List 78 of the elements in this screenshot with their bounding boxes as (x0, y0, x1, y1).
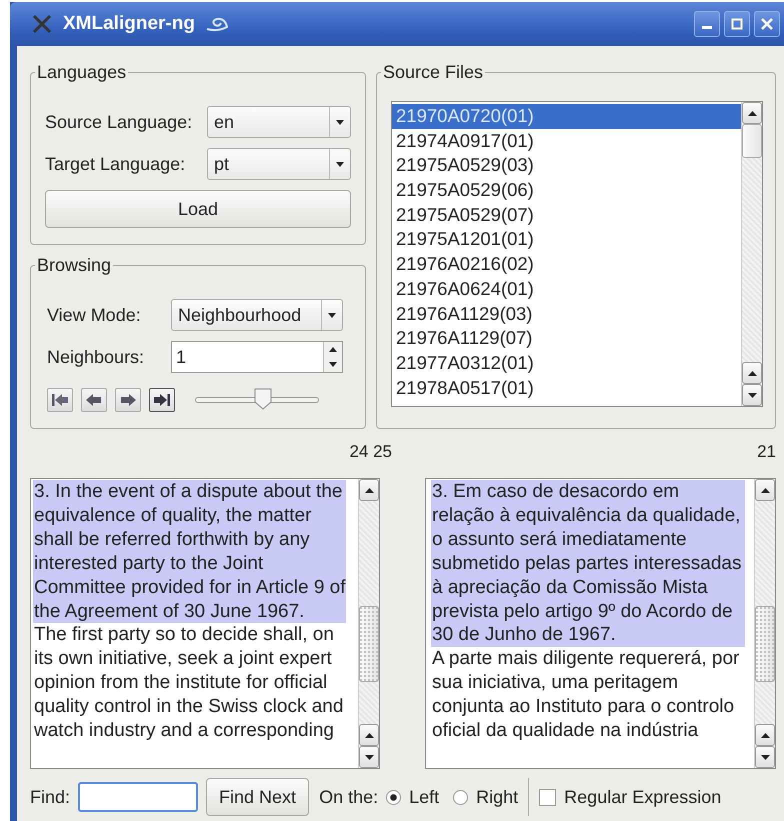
checkbox-label[interactable]: Regular Expression (564, 786, 722, 808)
find-next-button[interactable]: Find Next (206, 778, 310, 816)
field-label: Neighbours: (46, 346, 146, 368)
text-segment[interactable]: A parte mais diligente requererá, por sua iniciativa, uma peritagem conjunta ao Instituto para o controlo oficial da qualidade na indústria (431, 647, 745, 743)
file-list-item[interactable]: 21977A0312(01) (392, 350, 741, 376)
up-arrow-icon[interactable] (329, 347, 337, 352)
last-arrow-icon (153, 392, 171, 408)
last-button[interactable] (149, 388, 175, 412)
up-arrow-icon (760, 732, 770, 738)
scrollbar-thumb[interactable] (359, 606, 379, 682)
down-arrow-icon (364, 754, 374, 760)
segment-counter: 21 (757, 441, 776, 463)
find-label: Find: (30, 786, 70, 808)
on-the-label: On the: (319, 786, 378, 808)
group-title: Browsing (36, 255, 112, 276)
close-icon (761, 18, 773, 30)
app-icon (31, 13, 53, 35)
load-button[interactable]: Load (45, 190, 351, 228)
group-title: Languages (36, 62, 128, 83)
minimize-button[interactable] (694, 11, 720, 37)
down-arrow-icon (748, 392, 756, 398)
target-language-dropdown[interactable]: pt (207, 148, 351, 180)
file-list-item[interactable]: 21975A0529(06) (392, 178, 741, 203)
neighbours-spinbox[interactable]: 1 (171, 341, 343, 373)
field-label: Target Language: (45, 154, 186, 174)
segment-counter: 24 25 (349, 441, 392, 463)
radio-label[interactable]: Left (409, 786, 440, 808)
right-arrow-icon (119, 392, 137, 408)
scrollbar-thumb[interactable] (755, 606, 775, 682)
file-list-item[interactable]: 21974A0917(01) (392, 128, 741, 154)
text-segment[interactable]: 3. Em caso de desacordo em relação à equivalência da qualidade, o assunto será imediatamente submetido pelas partes interessadas à apreciação da Comissão Mista prevista pelo artigo 9º do Acordo de 30 de Junho de 1967. (431, 480, 745, 648)
group-title: Source Files (382, 62, 484, 83)
close-button[interactable] (754, 11, 780, 37)
window-title: XMLaligner-ng (63, 13, 195, 35)
field-label: View Mode: (46, 304, 142, 326)
caret-icon (328, 312, 336, 318)
caret-icon (336, 162, 344, 166)
file-list-item[interactable]: 21978A0517(01) (392, 376, 741, 400)
first-arrow-icon (51, 392, 69, 408)
radio-button[interactable] (453, 790, 468, 804)
down-arrow-icon[interactable] (329, 362, 337, 367)
down-arrow-icon (760, 754, 770, 760)
text-segment[interactable]: 3. In the event of a dispute about the equivalence of quality, the matter shall be referred forthwith by any interested party to the Joint Committee provided for in Article 9 of the Agreement of 30 June 1967. (33, 480, 346, 624)
left-arrow-icon (85, 392, 103, 408)
up-arrow-icon (748, 370, 756, 376)
maximize-icon (731, 18, 743, 30)
up-arrow-icon (760, 488, 770, 492)
caret-icon (336, 120, 344, 124)
previous-button[interactable] (81, 388, 107, 412)
up-arrow-icon (364, 732, 374, 738)
file-list-item[interactable]: 21975A0529(03) (392, 153, 741, 178)
up-arrow-icon (364, 488, 374, 492)
radio-button[interactable] (386, 790, 402, 804)
file-list-item[interactable]: 21975A0529(07) (392, 202, 741, 228)
source-language-dropdown[interactable]: en (207, 106, 351, 138)
file-list-item[interactable]: 21976A0216(02) (392, 252, 741, 277)
file-list-item[interactable]: 21976A1129(07) (392, 326, 741, 351)
scrollbar[interactable] (754, 479, 775, 768)
scrollbar-thumb[interactable] (742, 124, 762, 158)
field-label: Source Language: (45, 112, 194, 132)
maximize-button[interactable] (724, 11, 750, 37)
minimize-icon (702, 26, 712, 29)
find-field[interactable] (78, 782, 198, 812)
file-list-item[interactable]: 21970A0720(01) (392, 104, 741, 129)
file-list-item[interactable]: 21975A1201(01) (392, 227, 741, 252)
slider-handle[interactable] (254, 388, 272, 410)
view-mode-dropdown[interactable]: Neighbourhood (171, 299, 343, 331)
file-list-item[interactable]: 21976A0624(01) (392, 276, 741, 302)
first-button[interactable] (47, 388, 73, 412)
scrollbar[interactable] (741, 102, 762, 406)
file-list-item[interactable]: 21976A1129(03) (392, 302, 741, 326)
checkbox[interactable] (539, 788, 556, 806)
swirl-icon (204, 16, 229, 32)
radio-label[interactable]: Right (476, 786, 518, 808)
next-button[interactable] (115, 388, 141, 412)
scrollbar[interactable] (358, 479, 379, 768)
text-segment[interactable]: The first party so to decide shall, on its own initiative, seek a joint expert opinion from the institute for official quality control in the Swiss clock and watch industry and a corresponding (33, 623, 346, 743)
up-arrow-icon (748, 110, 756, 116)
